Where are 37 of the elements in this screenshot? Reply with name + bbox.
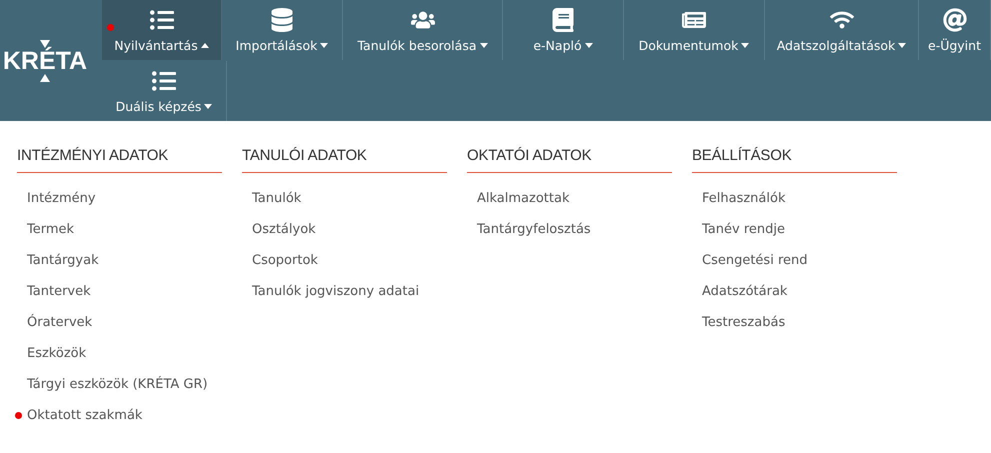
nav-menu-item[interactable]: Tanulók besorolása [343,0,503,60]
menu-link[interactable]: Testreszabás [692,307,897,338]
menu-link[interactable]: Tantervek [17,276,222,307]
database-icon [270,8,294,32]
book-icon [551,8,575,32]
menu-link[interactable]: Óratervek [17,307,222,338]
nav-menu-item[interactable]: Duális képzés [102,61,227,121]
nav-menu-item[interactable]: Dokumentumok [624,0,765,60]
list-icon [152,69,176,93]
nav-menu-item[interactable]: Importálások [222,0,343,60]
logo[interactable]: KRÉTA [0,0,102,121]
menu-link[interactable]: Eszközök [17,338,222,369]
menu-link[interactable]: Adatszótárak [692,276,897,307]
menu-link[interactable]: Tantárgyak [17,245,222,276]
menu-link[interactable]: Tanulók [242,183,447,214]
nav-menu-item[interactable]: e-Napló [503,0,624,60]
menu-link[interactable]: Csengetési rend [692,245,897,276]
menu-link[interactable]: Oktatott szakmák [17,400,222,431]
section-heading: OKTATÓI ADATOK [467,139,672,173]
menu-link[interactable]: Termek [17,214,222,245]
list-icon [150,8,174,32]
menu-link[interactable]: Osztályok [242,214,447,245]
nav-menu-item[interactable]: e-Ügyint [919,0,991,60]
section-heading: INTÉZMÉNYI ADATOK [17,139,222,173]
nav-menu-item[interactable]: Nyilvántartás [102,0,222,60]
section-heading: TANULÓI ADATOK [242,139,447,173]
at-sign-icon [942,8,966,32]
menu-link[interactable]: Alkalmazottak [467,183,672,214]
menu-link[interactable]: Tanulók jogviszony adatai [242,276,447,307]
menu-link[interactable]: Tantárgyfelosztás [467,214,672,245]
menu-link[interactable]: Tárgyi eszközök (KRÉTA GR) [17,369,222,400]
menu-link[interactable]: Tanév rendje [692,214,897,245]
nav-menu-item[interactable]: Adatszolgáltatások [765,0,919,60]
menu-link[interactable]: Intézmény [17,183,222,214]
menu-link[interactable]: Csoportok [242,245,447,276]
section-heading: BEÁLLÍTÁSOK [692,139,897,173]
menu-link[interactable]: Felhasználók [692,183,897,214]
